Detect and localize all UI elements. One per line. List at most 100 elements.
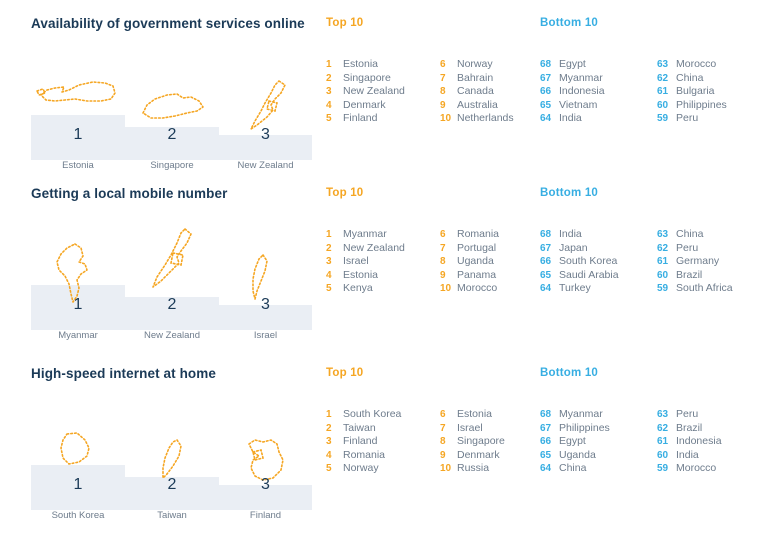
country-name: Morocco bbox=[676, 58, 717, 70]
top-10-group: Top 10 1 Estonia 2 Singapore 3 New Zealand … bbox=[326, 16, 538, 124]
list-item: 62 Brazil bbox=[657, 422, 766, 436]
list-item: 7 Israel bbox=[440, 422, 538, 436]
podium: 1 2 3 bbox=[31, 388, 312, 510]
country-name: Germany bbox=[676, 255, 720, 268]
rank-number: 3 bbox=[326, 436, 332, 448]
section-title: Getting a local mobile number bbox=[31, 186, 228, 201]
rank-number: 65 bbox=[540, 99, 552, 111]
country-name: Estonia bbox=[457, 408, 493, 420]
bottom-10-group: Bottom 10 68 India 67 Japan 66 South Korea … bbox=[540, 186, 766, 294]
rank-number: 67 bbox=[540, 72, 552, 84]
rank-number: 68 bbox=[540, 59, 552, 70]
list-item: 65 Saudi Arabia bbox=[540, 269, 657, 283]
country-name: India bbox=[559, 112, 582, 125]
rankings-block: Top 10 1 Estonia 2 Singapore 3 New Zealand … bbox=[326, 16, 766, 156]
country-name: Myanmar bbox=[559, 408, 603, 420]
podium: 1 2 3 bbox=[31, 208, 312, 330]
country-name: Turkey bbox=[559, 282, 591, 295]
podium-country-3: New Zealand bbox=[237, 160, 294, 171]
podium-block: High-speed internet at home 1 2 3 South … bbox=[31, 366, 316, 521]
country-name: Peru bbox=[676, 241, 699, 254]
country-name: Japan bbox=[559, 241, 588, 254]
country-name: India bbox=[676, 448, 699, 461]
country-name: Finland bbox=[343, 112, 378, 125]
rank-number: 5 bbox=[326, 283, 332, 295]
country-name: Estonia bbox=[343, 58, 379, 70]
rank-number: 66 bbox=[540, 86, 552, 98]
podium-country-1: South Korea bbox=[51, 510, 105, 521]
rank-number: 66 bbox=[540, 256, 552, 268]
podium-rank-1: 1 bbox=[73, 296, 83, 313]
list-item: 62 Peru bbox=[657, 242, 766, 256]
list-item: 68 Myanmar bbox=[540, 408, 657, 422]
rank-number: 10 bbox=[440, 113, 452, 125]
rank-number: 8 bbox=[440, 436, 446, 448]
podium-rank-1: 1 bbox=[73, 476, 83, 493]
country-name: Indonesia bbox=[676, 435, 722, 448]
rank-number: 61 bbox=[657, 86, 669, 98]
rank-number: 4 bbox=[326, 269, 332, 281]
country-name: Denmark bbox=[457, 448, 500, 461]
list-item: 66 Indonesia bbox=[540, 85, 657, 99]
rank-number: 6 bbox=[440, 229, 446, 240]
list-item: 3 Finland bbox=[326, 435, 440, 449]
rank-number: 66 bbox=[540, 436, 552, 448]
country-name: Saudi Arabia bbox=[559, 268, 619, 281]
podium-block: Availability of government services onli… bbox=[31, 16, 316, 171]
list-item: 59 South Africa bbox=[657, 282, 766, 296]
country-name: Norway bbox=[343, 462, 379, 475]
list-item: 2 Singapore bbox=[326, 72, 440, 86]
list-item: 61 Bulgaria bbox=[657, 85, 766, 99]
list-item: 4 Estonia bbox=[326, 269, 440, 283]
country-name: Brazil bbox=[676, 421, 703, 434]
list-item: 10 Netherlands bbox=[440, 112, 538, 126]
rank-number: 3 bbox=[326, 256, 332, 268]
country-name: Egypt bbox=[559, 58, 586, 70]
rank-number: 62 bbox=[657, 242, 669, 254]
list-item: 62 China bbox=[657, 72, 766, 86]
section-title: High-speed internet at home bbox=[31, 366, 216, 381]
country-name: Panama bbox=[457, 268, 497, 281]
country-name: China bbox=[676, 228, 704, 240]
country-name: China bbox=[559, 462, 587, 475]
country-name: Romania bbox=[457, 228, 500, 240]
list-item: 3 Israel bbox=[326, 255, 440, 269]
list-item: 9 Australia bbox=[440, 99, 538, 113]
podium-rank-2: 2 bbox=[167, 476, 177, 493]
country-name: Morocco bbox=[457, 282, 498, 295]
list-item: 66 Egypt bbox=[540, 435, 657, 449]
south-korea-map-icon bbox=[31, 430, 125, 470]
country-name: Myanmar bbox=[559, 71, 603, 84]
rank-number: 63 bbox=[657, 229, 669, 240]
rank-number: 2 bbox=[326, 72, 332, 84]
country-name: Myanmar bbox=[343, 228, 387, 240]
list-item: 2 Taiwan bbox=[326, 422, 440, 436]
country-name: Vietnam bbox=[559, 98, 598, 111]
list-item: 7 Bahrain bbox=[440, 72, 538, 86]
rank-number: 60 bbox=[657, 99, 669, 111]
country-name: Finland bbox=[343, 435, 378, 448]
list-item: 60 Philippines bbox=[657, 99, 766, 113]
country-name: Bahrain bbox=[457, 71, 494, 84]
list-item: 8 Uganda bbox=[440, 255, 538, 269]
country-name: Russia bbox=[457, 462, 490, 475]
rank-number: 1 bbox=[326, 229, 332, 240]
country-name: Indonesia bbox=[559, 85, 605, 98]
rank-number: 68 bbox=[540, 409, 552, 420]
list-item: 68 India bbox=[540, 228, 657, 242]
rank-number: 60 bbox=[657, 269, 669, 281]
rank-number: 62 bbox=[657, 422, 669, 434]
list-item: 67 Myanmar bbox=[540, 72, 657, 86]
list-item: 67 Japan bbox=[540, 242, 657, 256]
rank-number: 61 bbox=[657, 256, 669, 268]
country-name: Kenya bbox=[343, 282, 373, 295]
rank-number: 68 bbox=[540, 229, 552, 240]
country-name: New Zealand bbox=[343, 85, 405, 98]
list-item: 6 Norway bbox=[440, 58, 538, 72]
country-name: South Africa bbox=[676, 282, 733, 295]
list-item: 4 Denmark bbox=[326, 99, 440, 113]
country-name: Egypt bbox=[559, 435, 586, 448]
country-name: China bbox=[676, 71, 704, 84]
section-mobile-number: Getting a local mobile number 1 2 3 Myan… bbox=[0, 186, 776, 356]
list-item: 1 Estonia bbox=[326, 58, 440, 72]
